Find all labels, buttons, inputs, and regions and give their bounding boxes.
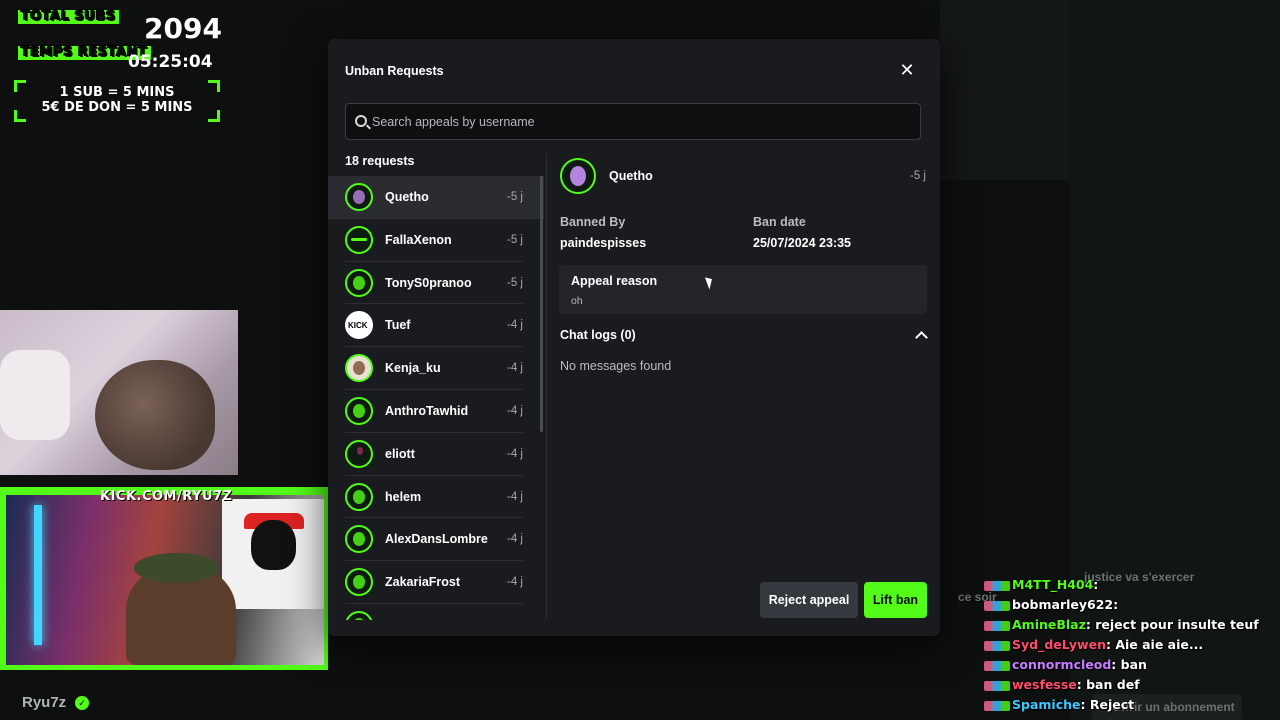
- chat-badge-icon: [984, 620, 1010, 631]
- total-subs-value: 2094: [144, 12, 222, 45]
- time-left-value: 05:25:04: [128, 52, 213, 72]
- request-time: -4 j: [507, 362, 523, 375]
- request-time: -4 j: [507, 490, 523, 503]
- avatar: [345, 225, 373, 254]
- chat-badge-icon: [984, 660, 1010, 671]
- avatar: [345, 525, 373, 554]
- request-username: Tuef: [385, 318, 411, 333]
- subathon-rules: 1 SUB = 5 MINS 5€ DE DON = 5 MINS: [14, 80, 220, 122]
- search-input[interactable]: [372, 104, 912, 139]
- stream-panel-background: [940, 0, 1070, 180]
- chat-message: bobmarley622:: [958, 597, 1258, 617]
- request-time: -4 j: [507, 447, 523, 460]
- no-messages-text: No messages found: [560, 359, 672, 373]
- close-icon[interactable]: ✕: [898, 61, 916, 79]
- request-item-quetho[interactable]: Quetho -5 j: [328, 176, 544, 219]
- streamer-name[interactable]: Ryu7z: [22, 694, 66, 711]
- chat-message: Spamiche: Reject: [958, 697, 1258, 717]
- avatar: [345, 439, 373, 468]
- request-username: AnthroTawhid: [385, 403, 469, 418]
- chat-message: M4TT_H404:: [958, 577, 1258, 597]
- panel-divider: [546, 153, 547, 619]
- request-item-tonys0pranoo[interactable]: TonyS0pranoo -5 j: [328, 262, 544, 305]
- banned-by-label: Banned By: [560, 215, 626, 229]
- avatar: [345, 396, 373, 425]
- request-item-alexdanslombre[interactable]: AlexDansLombre -4 j: [328, 518, 544, 562]
- lift-ban-button[interactable]: Lift ban: [864, 582, 927, 618]
- request-username: FallaXenon: [385, 232, 452, 247]
- appeal-reason-text: oh: [571, 295, 583, 307]
- chat-badge-icon: [984, 600, 1010, 611]
- request-time: -5 j: [507, 191, 523, 203]
- request-username: Quetho: [385, 190, 429, 204]
- kick-channel-url: KICK.COM/RYU7Z: [100, 489, 233, 504]
- request-username: Kenja_ku: [385, 361, 441, 376]
- total-subs-label: TOTAL SUBS: [18, 10, 119, 24]
- request-username: ZakariaFrost: [385, 575, 461, 590]
- appeal-reason-label: Appeal reason: [571, 274, 658, 288]
- avatar: [345, 610, 373, 620]
- avatar: [345, 268, 373, 297]
- chat-message: wesfesse: ban def: [958, 677, 1258, 697]
- request-time: -4 j: [507, 576, 523, 589]
- list-scrollbar[interactable]: [540, 176, 543, 432]
- avatar: [345, 482, 373, 511]
- secondary-camera-feed: [0, 310, 238, 475]
- avatar: [345, 568, 373, 597]
- rule-donation: 5€ DE DON = 5 MINS: [41, 100, 193, 115]
- request-username: TonyS0pranoo: [385, 275, 472, 290]
- chevron-up-icon[interactable]: [914, 329, 928, 341]
- request-time: -5 j: [507, 276, 523, 289]
- request-item-kenja-ku[interactable]: Kenja_ku -4 j: [328, 347, 544, 390]
- ban-date-value: 25/07/2024 23:35: [753, 236, 852, 250]
- chat-message: Syd_deLywen: Aie aie aie...: [958, 637, 1258, 657]
- request-count: 18 requests: [345, 154, 415, 168]
- detail-avatar: [560, 158, 596, 194]
- rule-sub: 1 SUB = 5 MINS: [59, 85, 175, 100]
- request-item-anthrotawhid[interactable]: AnthroTawhid -4 j: [328, 390, 544, 433]
- request-item-tuef[interactable]: KICK Tuef -4 j: [328, 304, 544, 348]
- detail-time: -5 j: [910, 170, 926, 182]
- request-item-fallaxenon[interactable]: FallaXenon -5 j: [328, 219, 544, 262]
- request-time: -4 j: [507, 319, 523, 332]
- ban-date-label: Ban date: [753, 215, 806, 229]
- request-item-partial[interactable]: [328, 604, 544, 620]
- request-time: -5 j: [507, 233, 523, 246]
- chat-badge-icon: [984, 680, 1010, 691]
- streamer-camera-frame: [0, 487, 328, 670]
- request-item-zakariafrost[interactable]: ZakariaFrost -4 j: [328, 561, 544, 604]
- request-username: eliott: [385, 446, 415, 461]
- request-item-eliott[interactable]: eliott -4 j: [328, 433, 544, 476]
- chat-logs-header[interactable]: Chat logs (0): [560, 328, 636, 342]
- kick-logo-icon: KICK: [345, 311, 373, 340]
- subathon-overlay: TOTAL SUBS TEMPS RESTANT 2094 05:25:04 1…: [10, 6, 225, 122]
- unban-requests-modal: Unban Requests ✕ 18 requests Quetho -5 j…: [328, 39, 940, 636]
- avatar: [345, 183, 373, 211]
- modal-title: Unban Requests: [345, 64, 444, 78]
- chat-message: AmineBlaz: reject pour insulte teuf: [958, 617, 1259, 637]
- chat-badge-icon: [984, 640, 1010, 651]
- request-time: -4 j: [507, 404, 523, 417]
- streamer-camera-feed: [6, 495, 324, 665]
- request-list: Quetho -5 j FallaXenon -5 j TonyS0pranoo…: [328, 176, 544, 620]
- search-box[interactable]: [345, 103, 921, 140]
- request-time: -4 j: [507, 533, 523, 546]
- request-item-helem[interactable]: helem -4 j: [328, 476, 544, 519]
- appeal-reason-box: Appeal reason oh: [559, 265, 927, 314]
- reject-appeal-button[interactable]: Reject appeal: [760, 582, 858, 618]
- verified-icon: ✓: [75, 696, 89, 710]
- chat-badge-icon: [984, 580, 1010, 591]
- search-icon: [355, 115, 367, 127]
- chat-overlay: M4TT_H404: bobmarley622: AmineBlaz: reje…: [958, 577, 1259, 717]
- avatar: [345, 354, 373, 383]
- detail-username: Quetho: [609, 169, 653, 183]
- request-username: AlexDansLombre: [385, 532, 488, 547]
- banned-by-value: paindespisses: [560, 236, 647, 250]
- chat-badge-icon: [984, 700, 1010, 711]
- request-username: helem: [385, 489, 422, 504]
- chat-message: connormcleod: ban: [958, 657, 1258, 677]
